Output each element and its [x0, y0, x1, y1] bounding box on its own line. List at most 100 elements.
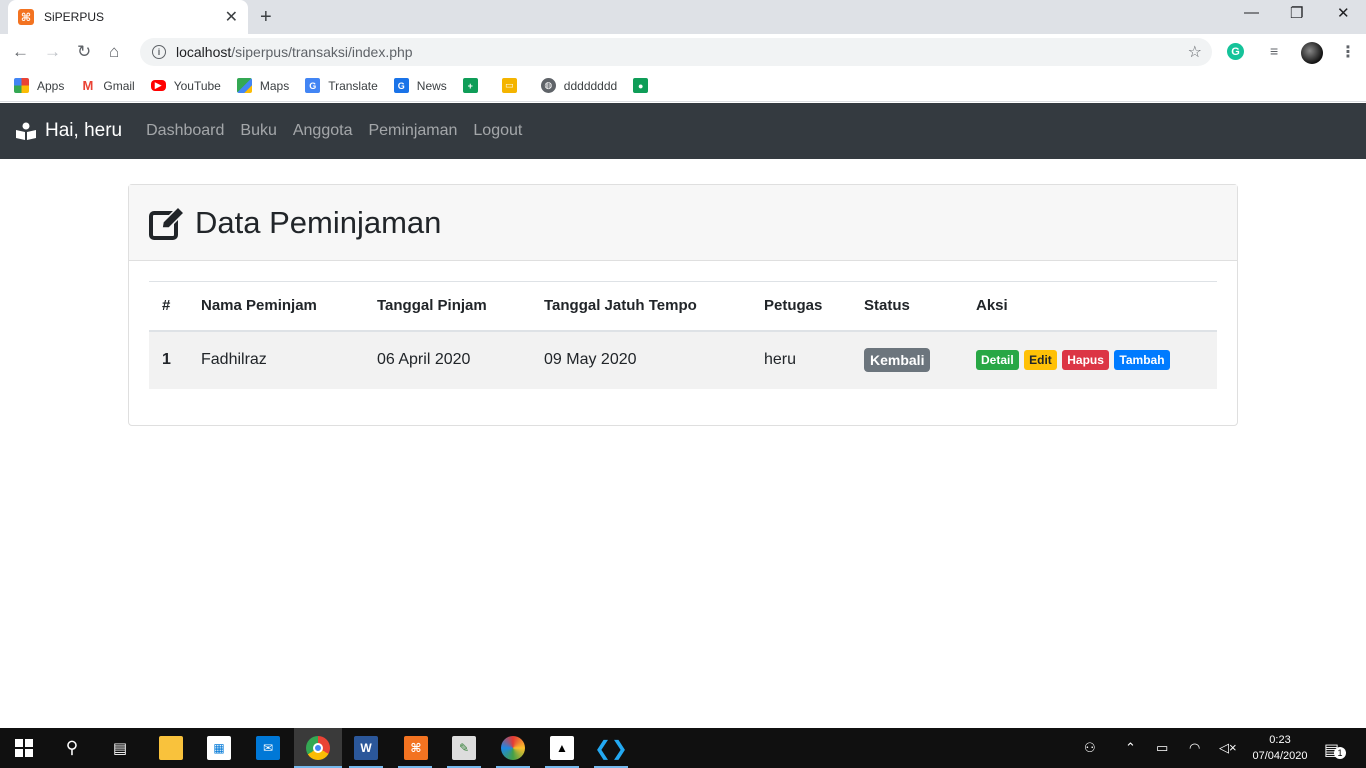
forward-icon[interactable]: →: [44, 42, 61, 62]
card-header: Data Peminjaman: [129, 185, 1237, 261]
nav-link-buku[interactable]: Buku: [240, 122, 276, 140]
clock-time: 0:23: [1269, 734, 1291, 746]
col-header-tgl-pinjam: Tanggal Pinjam: [364, 281, 531, 332]
profile-avatar[interactable]: [1301, 42, 1323, 64]
color-app-icon[interactable]: [501, 736, 525, 760]
nav-link-logout[interactable]: Logout: [473, 122, 522, 140]
nav-link-peminjaman[interactable]: Peminjaman: [368, 122, 457, 140]
bookmark-maps[interactable]: Maps: [236, 78, 290, 93]
reload-icon[interactable]: ↻: [77, 42, 91, 62]
bookmark-label: YouTube: [173, 78, 221, 93]
col-header-petugas: Petugas: [751, 281, 851, 332]
bookmark-dddddddd[interactable]: ◍ dddddddd: [540, 78, 618, 93]
tray-expand-icon[interactable]: ⌃: [1125, 740, 1136, 756]
url-path: /siperpus/transaksi/index.php: [231, 44, 413, 60]
table-row: 1 Fadhilraz 06 April 2020 09 May 2020 he…: [149, 330, 1217, 389]
translate-icon: G: [305, 78, 321, 93]
task-view-icon[interactable]: ▤: [108, 736, 132, 760]
clock-date: 07/04/2020: [1252, 750, 1308, 762]
bookmark-label: Gmail: [103, 78, 135, 93]
vscode-icon[interactable]: ❮❯: [594, 736, 628, 760]
bookmark-apps[interactable]: Apps: [14, 78, 64, 93]
back-icon[interactable]: ←: [12, 42, 29, 62]
word-icon[interactable]: W: [354, 736, 378, 760]
address-bar[interactable]: i localhost/siperpus/transaksi/index.php…: [140, 38, 1212, 66]
xampp-icon[interactable]: ⌘: [404, 736, 428, 760]
cell-status: Kembali: [851, 330, 963, 389]
grammarly-extension-icon[interactable]: G: [1227, 43, 1244, 60]
news-icon: G: [393, 78, 409, 93]
page-title: Data Peminjaman: [195, 204, 442, 240]
tab-close-icon[interactable]: ✕: [225, 7, 238, 27]
home-icon[interactable]: ⌂: [109, 42, 119, 62]
url-host: localhost: [176, 44, 232, 60]
wifi-icon[interactable]: ◠: [1189, 740, 1200, 756]
gmail-icon: M: [80, 78, 96, 93]
notepad-plus-icon[interactable]: ✎: [452, 736, 476, 760]
bookmark-translate[interactable]: G Translate: [305, 78, 378, 93]
reader-icon: [16, 122, 36, 140]
minimize-icon[interactable]: —: [1244, 4, 1259, 21]
peminjaman-table: # Nama Peminjam Tanggal Pinjam Tanggal J…: [149, 281, 1217, 389]
navbar-brand[interactable]: Hai, heru: [16, 120, 122, 142]
detail-button[interactable]: Detail: [976, 350, 1019, 370]
search-icon[interactable]: ⚲: [60, 736, 84, 760]
brand-text: Hai, heru: [45, 120, 123, 141]
edit-button[interactable]: Edit: [1024, 350, 1057, 370]
cell-tgl-tempo: 09 May 2020: [531, 330, 751, 389]
browser-tab[interactable]: ⌘ SiPERPUS ✕: [8, 0, 248, 34]
status-badge: Kembali: [864, 348, 931, 372]
cell-aksi: Detail Edit Hapus Tambah: [963, 330, 1217, 389]
bookmark-classroom[interactable]: ●: [633, 78, 656, 93]
mail-icon[interactable]: ✉: [256, 736, 280, 760]
people-icon[interactable]: ⚇: [1084, 740, 1096, 756]
windows-taskbar: ⚲ ▤ ▦ ✉ W ⌘ ✎ ▲ ❮❯ ⚇ ⌃ ▭ ◠ ◁× 0:23 07/04…: [0, 728, 1366, 768]
tambah-button[interactable]: Tambah: [1114, 350, 1170, 370]
url-text: localhost/siperpus/transaksi/index.php: [176, 44, 413, 60]
nav-link-dashboard[interactable]: Dashboard: [146, 122, 224, 140]
browser-menu-icon[interactable]: ⋮: [1340, 42, 1356, 62]
new-tab-icon[interactable]: +: [260, 6, 272, 29]
bookmark-slides[interactable]: ▭: [501, 78, 525, 93]
bookmark-label: Translate: [328, 78, 378, 93]
edit-icon: [149, 205, 185, 240]
bookmark-youtube[interactable]: ▶ YouTube: [150, 78, 221, 93]
youtube-icon: ▶: [150, 80, 166, 91]
maps-icon: [236, 78, 252, 93]
windows-start-icon[interactable]: [12, 736, 36, 760]
store-icon[interactable]: ▦: [207, 736, 231, 760]
bookmark-label: Apps: [37, 78, 65, 93]
table-header-row: # Nama Peminjam Tanggal Pinjam Tanggal J…: [149, 281, 1217, 332]
bookmark-label: Maps: [259, 78, 290, 93]
app-navbar: Hai, heru Dashboard Buku Anggota Peminja…: [0, 103, 1366, 159]
media-control-icon[interactable]: ≡: [1270, 43, 1278, 59]
apps-grid-icon: [14, 78, 29, 93]
cell-petugas: heru: [751, 330, 851, 389]
peminjaman-card: Data Peminjaman # Nama Peminjam Tanggal …: [128, 184, 1238, 426]
battery-icon[interactable]: ▭: [1156, 740, 1168, 756]
bookmarks-bar: Apps M Gmail ▶ YouTube Maps G Translate …: [0, 70, 1366, 102]
notification-center-icon[interactable]: ▤ 1: [1324, 740, 1346, 760]
taskbar-clock[interactable]: 0:23 07/04/2020: [1248, 732, 1312, 764]
info-icon[interactable]: i: [152, 45, 166, 59]
cell-number: 1: [149, 330, 188, 389]
nav-link-anggota[interactable]: Anggota: [293, 122, 353, 140]
bookmark-news[interactable]: G News: [393, 78, 447, 93]
hapus-button[interactable]: Hapus: [1062, 350, 1109, 370]
cell-nama: Fadhilraz: [188, 330, 364, 389]
col-header-number: #: [149, 281, 188, 332]
col-header-status: Status: [851, 281, 963, 332]
bookmark-sheets[interactable]: +: [462, 78, 486, 93]
globe-icon: ◍: [540, 78, 556, 93]
volume-muted-icon[interactable]: ◁×: [1219, 740, 1237, 756]
bookmark-label: dddddddd: [563, 78, 618, 93]
window-close-icon[interactable]: ✕: [1337, 4, 1350, 22]
col-header-tgl-tempo: Tanggal Jatuh Tempo: [531, 281, 751, 332]
file-explorer-icon[interactable]: [159, 736, 183, 760]
bookmark-gmail[interactable]: M Gmail: [80, 78, 135, 93]
bookmark-star-icon[interactable]: ☆: [1188, 42, 1202, 62]
chrome-icon[interactable]: [306, 736, 330, 760]
photos-icon[interactable]: ▲: [550, 736, 574, 760]
classroom-icon: ●: [633, 78, 649, 93]
restore-icon[interactable]: ❐: [1290, 4, 1303, 22]
